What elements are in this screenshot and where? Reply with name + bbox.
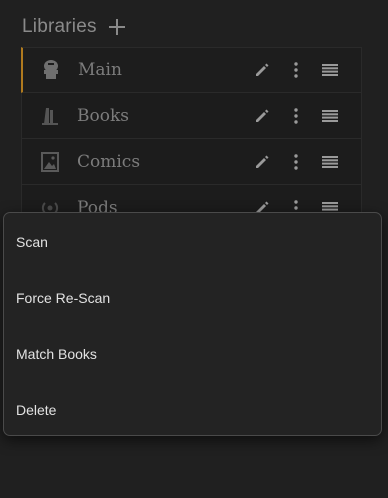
library-list: Main Books Comics Pods — [21, 47, 362, 231]
menu-item-delete[interactable]: Delete — [4, 382, 381, 438]
menu-item-match-books[interactable]: Match Books — [4, 326, 381, 382]
row-actions — [245, 104, 347, 128]
libraries-header: Libraries — [22, 14, 125, 40]
edit-pencil-icon[interactable] — [245, 58, 279, 82]
books-icon — [38, 104, 62, 128]
drag-handle-icon[interactable] — [313, 58, 347, 82]
more-options-icon[interactable] — [279, 150, 313, 174]
drag-handle-icon[interactable] — [313, 150, 347, 174]
library-row-main[interactable]: Main — [21, 47, 362, 93]
row-actions — [245, 150, 347, 174]
page-title: Libraries — [22, 16, 97, 37]
library-label: Comics — [77, 151, 141, 172]
drag-handle-icon[interactable] — [313, 104, 347, 128]
database-icon — [39, 58, 63, 82]
more-options-icon[interactable] — [279, 104, 313, 128]
add-library-icon[interactable] — [108, 19, 125, 35]
edit-pencil-icon[interactable] — [245, 104, 279, 128]
menu-item-scan[interactable]: Scan — [4, 214, 381, 270]
library-context-menu: Scan Force Re-Scan Match Books Delete — [3, 212, 382, 436]
more-options-icon[interactable] — [279, 58, 313, 82]
edit-pencil-icon[interactable] — [245, 150, 279, 174]
library-label: Books — [77, 105, 129, 126]
image-icon — [38, 150, 62, 174]
menu-item-force-rescan[interactable]: Force Re-Scan — [4, 270, 381, 326]
row-actions — [245, 58, 347, 82]
library-label: Main — [78, 60, 122, 80]
libraries-settings-page: Libraries Main Books Comics Pods Scan Fo… — [0, 0, 388, 498]
library-row-books[interactable]: Books — [21, 93, 362, 139]
library-row-comics[interactable]: Comics — [21, 139, 362, 185]
